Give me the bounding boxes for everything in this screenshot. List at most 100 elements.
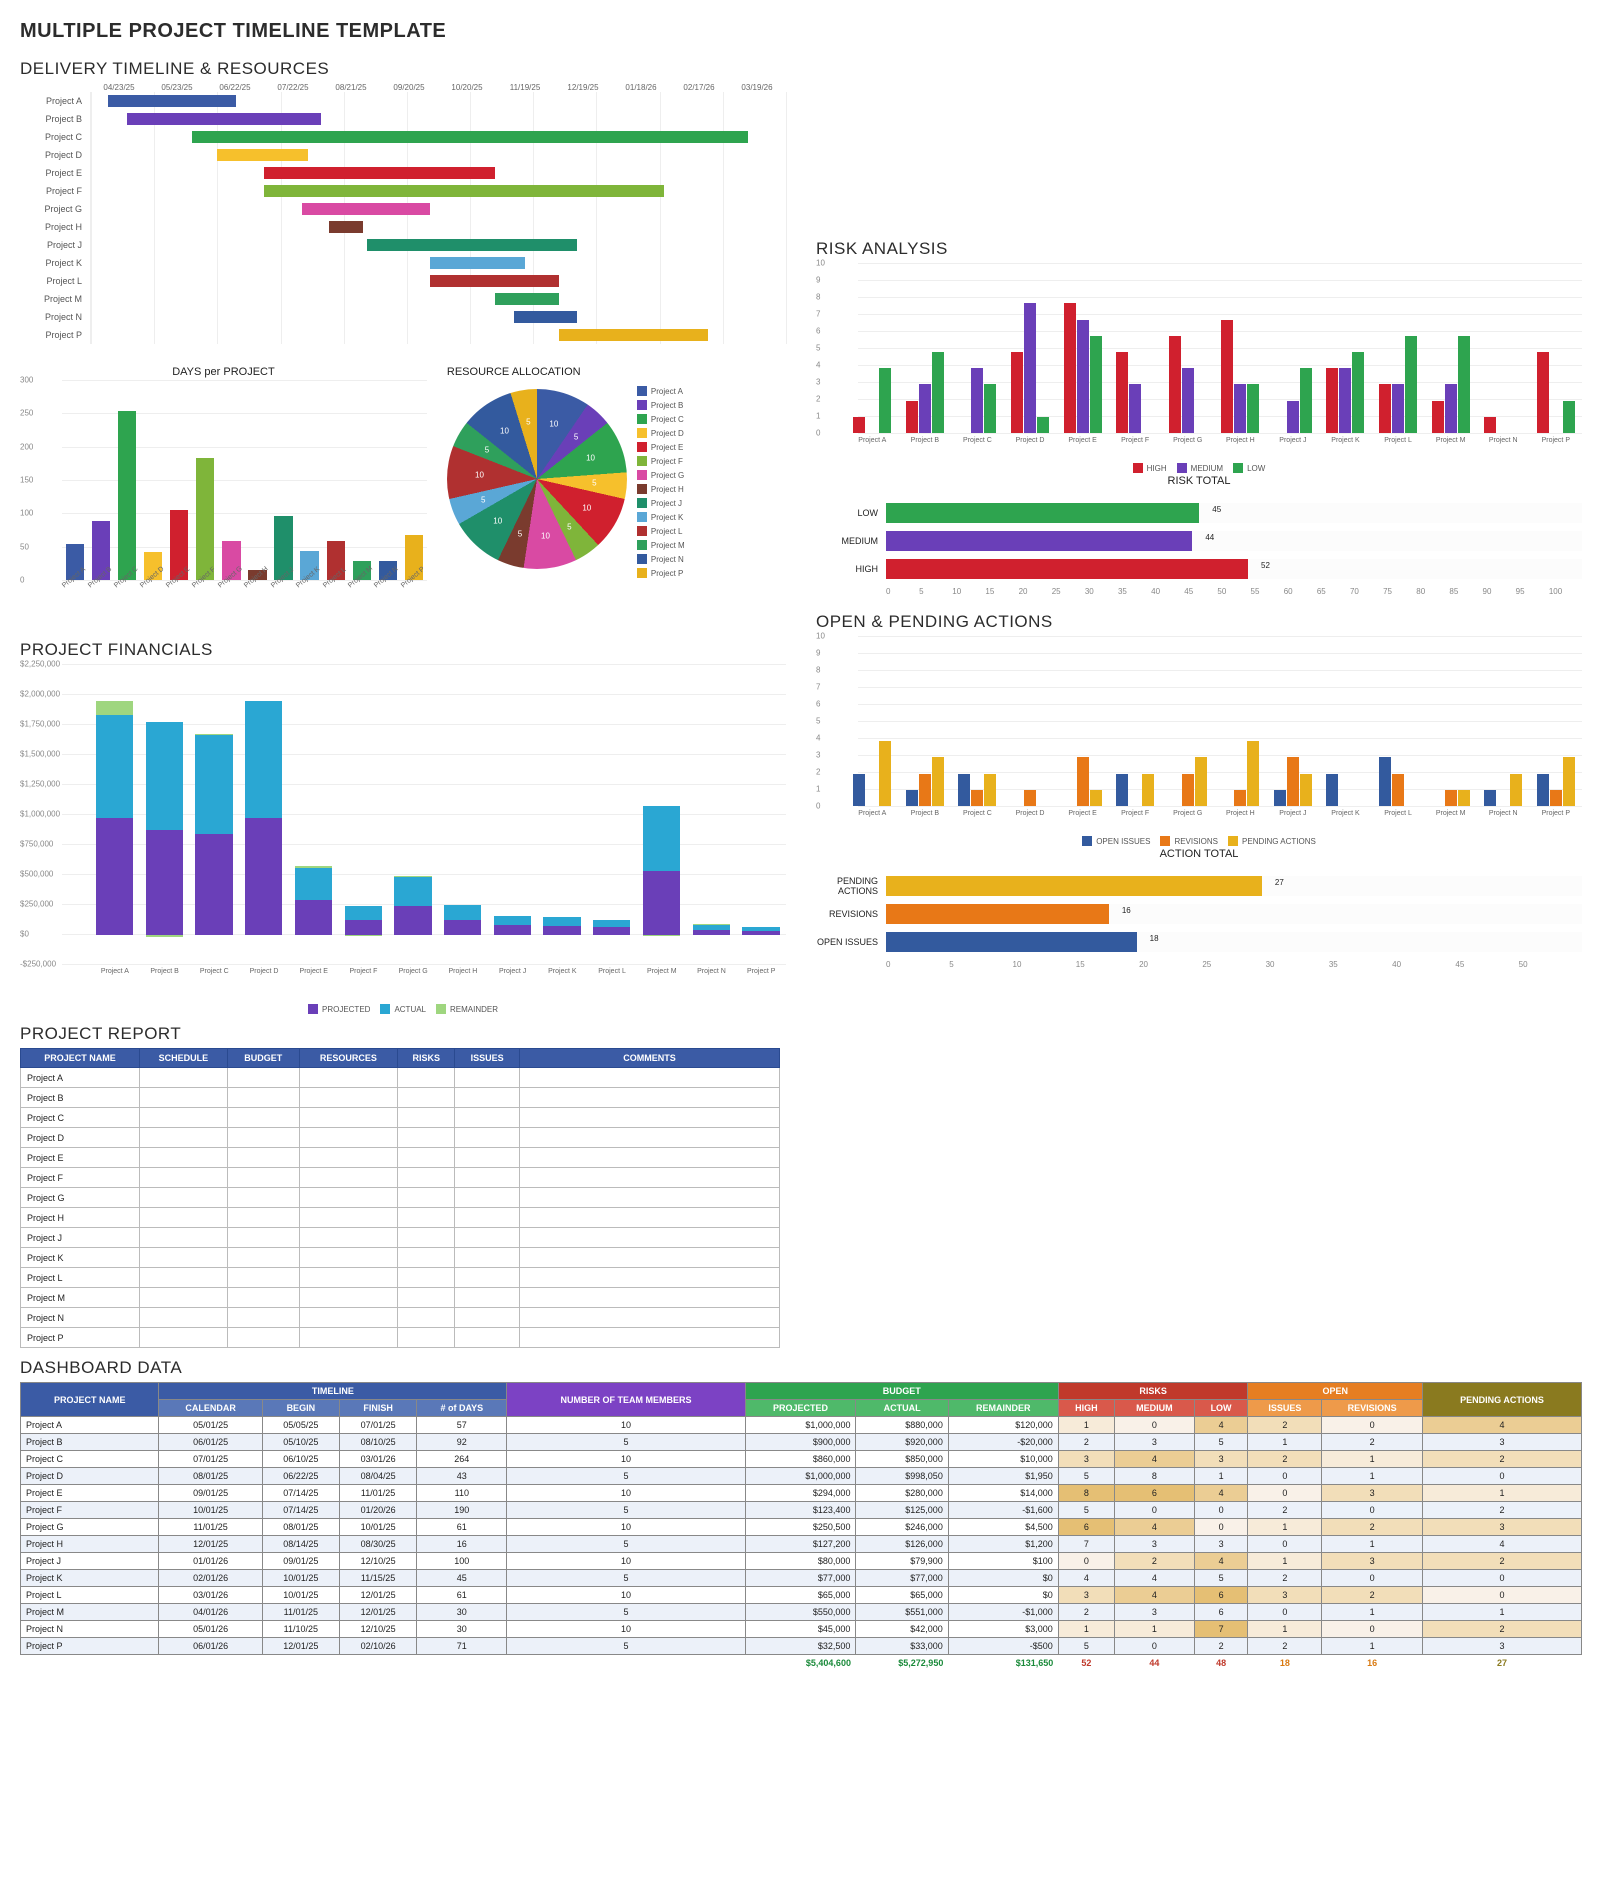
bar-segment: [96, 818, 133, 935]
legend-item: Project H: [637, 484, 684, 494]
bar: [1458, 790, 1470, 806]
days-per-project-title: DAYS per PROJECT: [20, 366, 427, 378]
bar: [1392, 384, 1404, 433]
x-label: Project D: [1004, 437, 1057, 444]
gantt-bar: [302, 203, 430, 215]
bar-segment: [593, 920, 630, 928]
x-label: Project L: [1372, 437, 1425, 444]
bar-group: Project F: [192, 388, 218, 580]
x-label: Project B: [899, 437, 952, 444]
bar-segment: [643, 871, 680, 935]
pie-legend: Project AProject BProject CProject DProj…: [637, 386, 685, 578]
bar-segment: [146, 722, 183, 829]
x-label: Project H: [1214, 810, 1267, 817]
dash-row: Project M04/01/2611/01/2512/01/25305$550…: [21, 1604, 1582, 1621]
gantt-track: [90, 182, 786, 200]
days-per-project-chart: 050100150200250300Project AProject BProj…: [20, 380, 427, 580]
bar: [1037, 417, 1049, 433]
bar: [196, 458, 214, 580]
x-label: Project J: [1267, 437, 1320, 444]
x-label: Project P: [1530, 437, 1583, 444]
bar-group: Project H: [244, 388, 270, 580]
dash-header: RISKS: [1058, 1383, 1248, 1400]
bar-group: Project D: [1004, 271, 1057, 433]
x-label: Project L: [587, 968, 637, 975]
gantt-row-label: Project F: [20, 182, 90, 200]
risk-chart: 012345678910Project AProject BProject CP…: [816, 263, 1582, 433]
section-report: PROJECT REPORT: [20, 1024, 1582, 1044]
gantt-date-tick: 08/21/25: [322, 83, 380, 92]
x-label: Project C: [951, 437, 1004, 444]
bar-group: Project E: [166, 388, 192, 580]
gantt-track: [90, 290, 786, 308]
bar-segment: [444, 920, 481, 935]
section-risk: RISK ANALYSIS: [816, 239, 1582, 259]
gantt-track: [90, 146, 786, 164]
x-label: Project K: [537, 968, 587, 975]
action-total-chart: PENDING ACTIONS27REVISIONS16OPEN ISSUES1…: [816, 862, 1582, 975]
bar-segment: [245, 818, 282, 935]
x-label: Project E: [289, 968, 339, 975]
bar-segment: [643, 806, 680, 870]
hbar-fill: 27: [886, 876, 1262, 896]
bar-group: Project K: [1319, 644, 1372, 806]
bar: [984, 774, 996, 806]
report-row: Project G: [21, 1188, 780, 1208]
report-row: Project A: [21, 1068, 780, 1088]
legend-item: MEDIUM: [1177, 463, 1223, 473]
gantt-date-tick: 07/22/25: [264, 83, 322, 92]
hbar-fill: 52: [886, 559, 1248, 579]
resource-allocation-pie: 105105105105105105105: [447, 389, 627, 569]
report-row: Project K: [21, 1248, 780, 1268]
hbar-row: REVISIONS16: [816, 904, 1582, 924]
hbar-row: HIGH52: [816, 559, 1582, 579]
bar-group: Project A: [90, 672, 140, 964]
bar-group: Project G: [1161, 644, 1214, 806]
x-label: Project A: [90, 968, 140, 975]
bar-group: Project G: [218, 388, 244, 580]
pie-slice-label: 5: [518, 530, 522, 539]
dash-row: Project K02/01/2610/01/2511/15/25455$77,…: [21, 1570, 1582, 1587]
x-label: Project B: [140, 968, 190, 975]
gantt-track: [90, 326, 786, 344]
gantt-date-tick: 06/22/25: [206, 83, 264, 92]
bar: [1287, 401, 1299, 433]
bar-group: Project J: [1267, 644, 1320, 806]
report-row: Project F: [21, 1168, 780, 1188]
bar-group: Project F: [339, 672, 389, 964]
x-label: Project F: [1109, 437, 1162, 444]
gantt-track: [90, 236, 786, 254]
risk-total-chart: LOW45MEDIUM44HIGH52051015202530354045505…: [816, 489, 1582, 602]
bar-group: Project B: [140, 672, 190, 964]
bar: [1077, 320, 1089, 433]
bar: [1379, 757, 1391, 806]
report-header: RESOURCES: [299, 1049, 398, 1068]
bar: [1445, 384, 1457, 433]
legend-item: Project G: [637, 470, 684, 480]
legend-item: PENDING ACTIONS: [1228, 836, 1316, 846]
gantt-row-label: Project E: [20, 164, 90, 182]
pie-slice-label: 10: [541, 531, 550, 540]
bar-segment: [543, 926, 580, 935]
pie-slice-label: 10: [500, 427, 509, 436]
hbar-fill: 18: [886, 932, 1137, 952]
bar: [1339, 368, 1351, 433]
bar-segment: [295, 868, 332, 901]
bar-group: Project K: [1319, 271, 1372, 433]
gantt-date-tick: 05/23/25: [148, 83, 206, 92]
bar: [1247, 384, 1259, 433]
bar: [1142, 774, 1154, 806]
section-timeline: DELIVERY TIMELINE & RESOURCES: [20, 59, 786, 79]
bar-group: Project A: [846, 644, 899, 806]
bar-segment: [494, 916, 531, 925]
gantt-track: [90, 272, 786, 290]
bar: [1169, 336, 1181, 433]
x-label: Project G: [1161, 810, 1214, 817]
legend-item: Project B: [637, 400, 683, 410]
open-pending-legend: OPEN ISSUESREVISIONSPENDING ACTIONS: [816, 836, 1582, 846]
bar: [906, 790, 918, 806]
bar-group: Project D: [140, 388, 166, 580]
bar-group: Project E: [1056, 644, 1109, 806]
dash-row: Project G11/01/2508/01/2510/01/256110$25…: [21, 1519, 1582, 1536]
x-label: Project L: [1372, 810, 1425, 817]
